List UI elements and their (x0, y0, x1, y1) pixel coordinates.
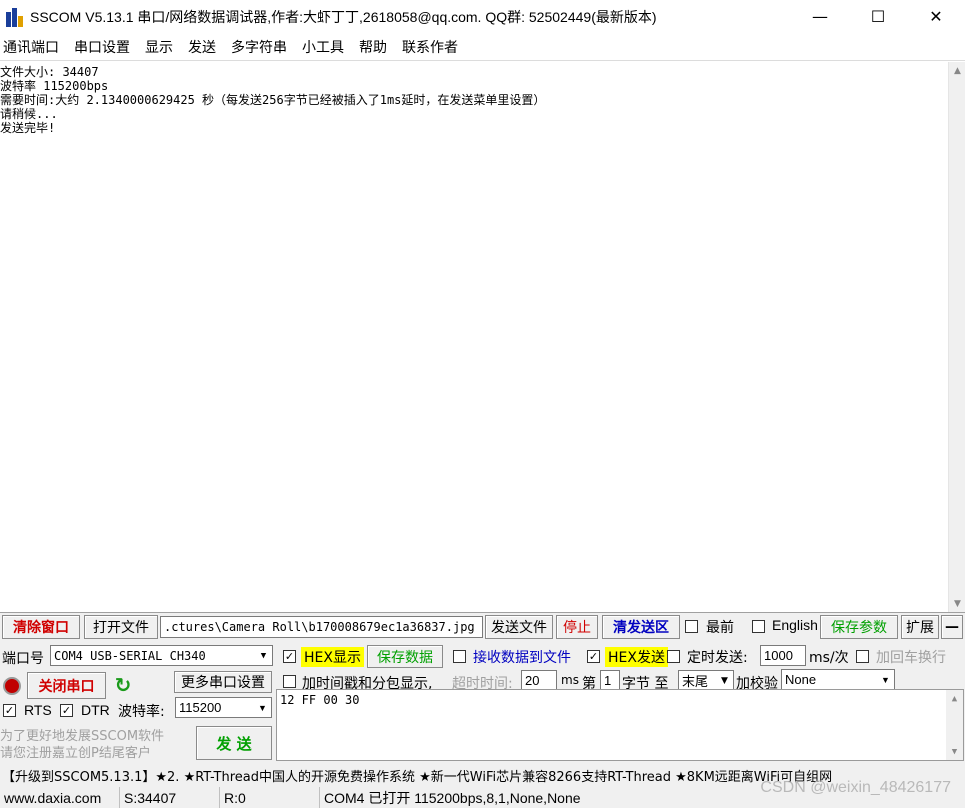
collapse-button[interactable]: — (941, 615, 963, 639)
hex-send-label: HEX发送 (605, 647, 668, 667)
rts-checkbox[interactable]: ✓ (3, 704, 16, 717)
baud-select[interactable]: 115200 ▼ (175, 697, 272, 718)
scroll-down-icon[interactable]: ▼ (946, 743, 963, 760)
recv-to-file-label: 接收数据到文件 (473, 650, 571, 666)
minimize-button[interactable]: — (791, 0, 849, 33)
timed-send-label: 定时发送: (687, 650, 748, 666)
status-website[interactable]: www.daxia.com (0, 787, 120, 808)
byte-to-select[interactable]: 末尾 ▼ (678, 670, 734, 691)
chevron-down-icon[interactable]: ▼ (254, 698, 271, 717)
send-scrollbar[interactable]: ▲ ▼ (946, 690, 963, 760)
menu-send[interactable]: 发送 (185, 37, 224, 57)
dtr-label: DTR (81, 702, 110, 718)
menu-serial-settings[interactable]: 串口设置 (71, 37, 138, 57)
hex-display-label: HEX显示 (301, 647, 364, 667)
scroll-up-icon[interactable]: ▲ (946, 690, 963, 707)
app-icon (4, 6, 26, 28)
open-file-button[interactable]: 打开文件 (84, 615, 158, 639)
refresh-icon[interactable]: ↻ (112, 673, 134, 697)
interval-unit: ms/次 (809, 650, 849, 666)
clear-window-button[interactable]: 清除窗口 (2, 615, 80, 639)
rts-label: RTS (24, 702, 52, 718)
status-received-count: R:0 (220, 787, 320, 808)
front-checkbox[interactable] (685, 620, 698, 633)
save-params-button[interactable]: 保存参数 (820, 615, 898, 639)
receive-line: 发送完毕! (0, 121, 56, 135)
add-crlf-checkbox[interactable] (856, 650, 869, 663)
timeout-input[interactable]: 20 (521, 670, 557, 691)
receive-line: 请稍候... (0, 107, 58, 121)
receive-scrollbar[interactable]: ▲ ▼ (948, 62, 965, 612)
status-sent-count: S:34407 (120, 787, 220, 808)
save-data-button[interactable]: 保存数据 (367, 645, 443, 668)
close-port-button[interactable]: 关闭串口 (27, 672, 106, 699)
add-crlf-label: 加回车换行 (876, 650, 946, 666)
expand-button[interactable]: 扩展 (901, 615, 939, 639)
menu-help[interactable]: 帮助 (356, 37, 395, 57)
receive-line: 需要时间:大约 2.1340000629425 秒（每发送256字节已经被插入了… (0, 93, 546, 107)
dtr-checkbox[interactable]: ✓ (60, 704, 73, 717)
promo-line-2[interactable]: 请您注册嘉立创P结尾客户 (0, 742, 151, 761)
ticker-text: 【升级到SSCOM5.13.1】★2. ★RT-Thread中国人的开源免费操作… (2, 769, 833, 785)
hex-display-checkbox[interactable]: ✓ (283, 650, 296, 663)
file-path-field[interactable]: .ctures\Camera Roll\b170008679ec1a36837.… (160, 616, 483, 638)
menu-tools[interactable]: 小工具 (299, 37, 352, 57)
chevron-down-icon[interactable]: ▼ (716, 671, 733, 690)
menu-multi-string[interactable]: 多字符串 (228, 37, 295, 57)
front-label: 最前 (706, 620, 734, 636)
title-bar: SSCOM V5.13.1 串口/网络数据调试器,作者:大虾丁丁,2618058… (0, 0, 965, 33)
hex-send-checkbox[interactable]: ✓ (587, 650, 600, 663)
checksum-value: None (785, 672, 817, 687)
receive-line: 文件大小: 34407 (0, 65, 99, 79)
receive-line: 波特率 115200bps (0, 79, 109, 93)
send-content: 12 FF 00 30 (280, 693, 360, 707)
port-status-icon (3, 677, 21, 695)
checksum-select[interactable]: None ▼ (781, 669, 895, 690)
watermark: CSDN @weixin_48426177 (760, 779, 951, 796)
baud-label: 波特率: (118, 704, 165, 720)
send-button[interactable]: 发 送 (196, 726, 272, 760)
baud-select-value: 115200 (179, 700, 222, 715)
menu-comm-port[interactable]: 通讯端口 (0, 37, 67, 57)
receive-area[interactable]: 文件大小: 34407 波特率 115200bps 需要时间:大约 2.1340… (0, 62, 948, 612)
menu-bar: 通讯端口 串口设置 显示 发送 多字符串 小工具 帮助 联系作者 (0, 33, 965, 61)
chevron-down-icon[interactable]: ▼ (255, 646, 272, 665)
stop-button[interactable]: 停止 (556, 615, 598, 639)
close-button[interactable]: ✕ (907, 0, 965, 33)
clear-send-button[interactable]: 清发送区 (602, 615, 680, 639)
send-input[interactable]: 12 FF 00 30 ▲ ▼ (276, 689, 964, 761)
menu-display[interactable]: 显示 (142, 37, 181, 57)
recv-to-file-checkbox[interactable] (453, 650, 466, 663)
timed-send-checkbox[interactable] (667, 650, 680, 663)
scroll-down-icon[interactable]: ▼ (949, 595, 965, 612)
window-title: SSCOM V5.13.1 串口/网络数据调试器,作者:大虾丁丁,2618058… (30, 8, 657, 25)
maximize-button[interactable]: ☐ (849, 0, 907, 33)
menu-contact-author[interactable]: 联系作者 (399, 37, 466, 57)
timeout-unit: ms (561, 673, 579, 687)
port-select[interactable]: COM4 USB-SERIAL CH340 ▼ (50, 645, 273, 666)
timestamp-checkbox[interactable] (283, 675, 296, 688)
english-checkbox[interactable] (752, 620, 765, 633)
port-label: 端口号 (2, 651, 44, 667)
send-file-button[interactable]: 发送文件 (485, 615, 553, 639)
byte-to-value: 末尾 (682, 675, 709, 690)
chevron-down-icon[interactable]: ▼ (877, 670, 894, 689)
more-serial-settings-button[interactable]: 更多串口设置 (174, 671, 272, 693)
byte-from-input[interactable]: 1 (600, 670, 620, 691)
port-select-value: COM4 USB-SERIAL CH340 (54, 648, 206, 663)
english-label: English (772, 617, 818, 633)
scroll-up-icon[interactable]: ▲ (949, 62, 965, 79)
interval-input[interactable]: 1000 (760, 645, 806, 666)
